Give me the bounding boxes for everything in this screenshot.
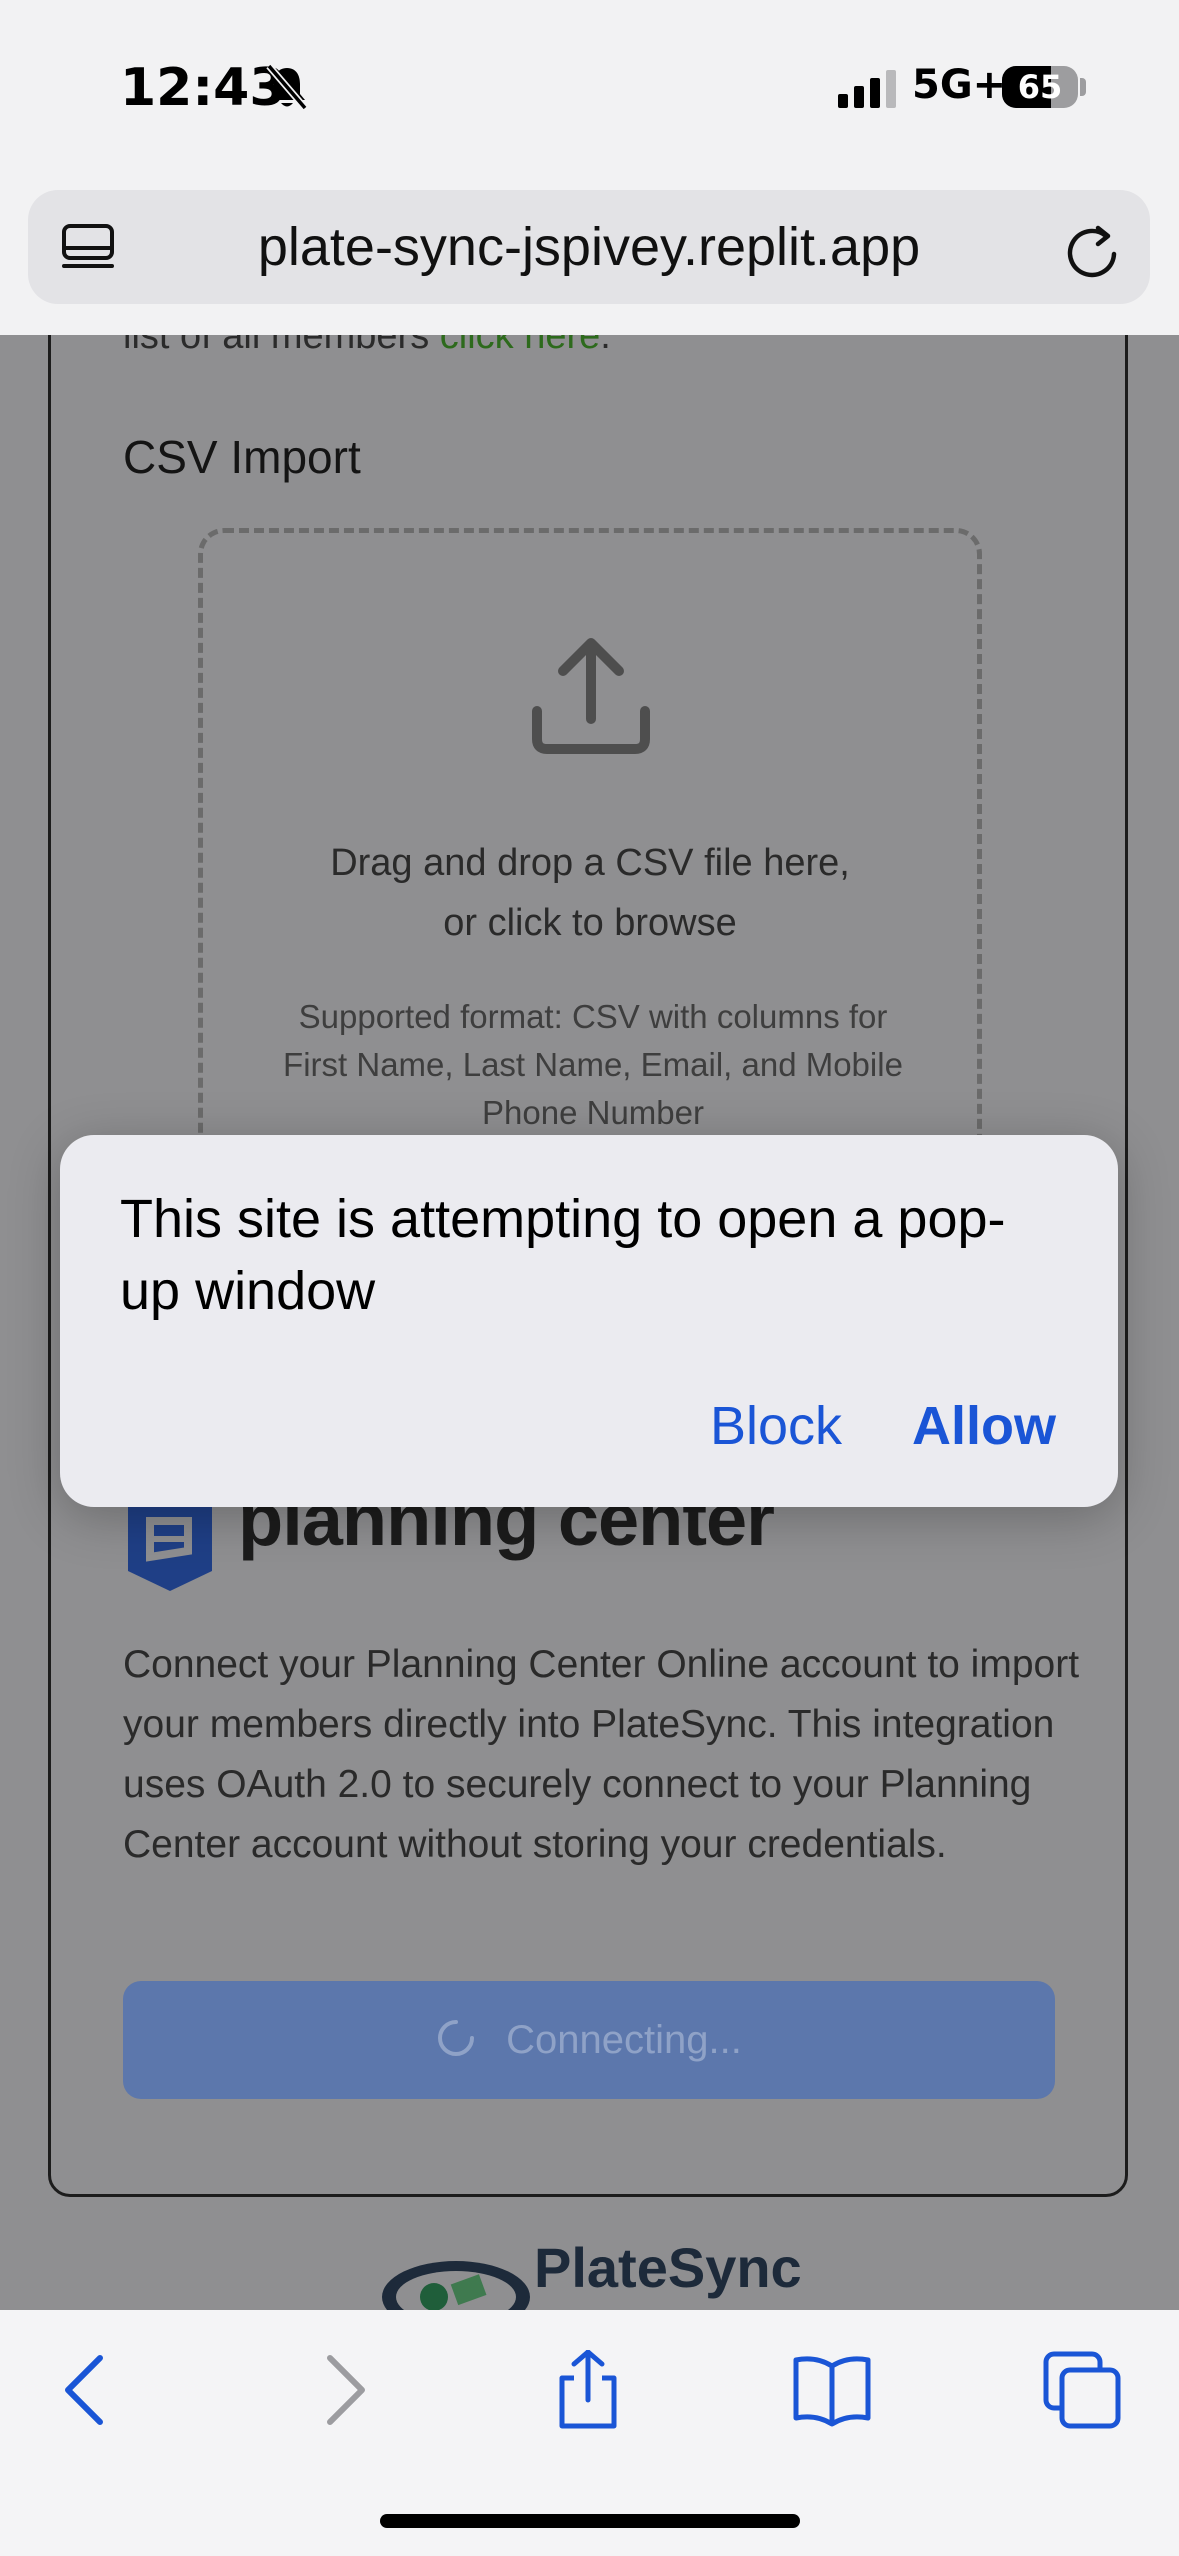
status-time: 12:43 — [120, 58, 286, 118]
connect-planning-center-button[interactable]: Connecting... — [123, 1981, 1055, 2099]
upload-icon — [532, 638, 650, 754]
popup-message: This site is attempting to open a pop-up… — [120, 1189, 1006, 1321]
reload-icon[interactable] — [1062, 220, 1122, 280]
intro-text: list of all members click here. — [123, 335, 611, 358]
csv-dropzone[interactable]: Drag and drop a CSV file here, or click … — [198, 528, 982, 1168]
bookmarks-icon[interactable] — [792, 2350, 872, 2430]
tab-overview-icon[interactable] — [1042, 2350, 1122, 2430]
spinner-icon — [438, 2020, 475, 2057]
csv-import-heading: CSV Import — [123, 431, 361, 483]
browser-top-bar: 12:43 5G+ 65 plate-sync-jspivey.replit.a… — [0, 0, 1179, 335]
allow-button[interactable]: Allow — [912, 1395, 1056, 1457]
back-icon[interactable] — [48, 2350, 128, 2430]
battery-indicator: 65 — [1002, 66, 1078, 108]
block-button[interactable]: Block — [710, 1395, 842, 1457]
url-text[interactable]: plate-sync-jspivey.replit.app — [28, 190, 1150, 304]
address-bar[interactable]: plate-sync-jspivey.replit.app — [28, 190, 1150, 304]
dropzone-instructions: Drag and drop a CSV file here, or click … — [330, 842, 850, 944]
share-icon[interactable] — [548, 2350, 628, 2430]
network-type: 5G+ — [912, 62, 1007, 108]
forward-icon[interactable] — [302, 2350, 382, 2430]
cellular-signal-icon — [838, 70, 896, 108]
planning-center-description: Connect your Planning Center Online acco… — [123, 1643, 1080, 1866]
bell-slash-icon — [266, 63, 308, 111]
members-link[interactable]: click here — [440, 335, 601, 357]
popup-blocker-dialog: This site is attempting to open a pop-up… — [60, 1135, 1118, 1507]
planning-center-logo-icon — [128, 1501, 212, 1591]
platesync-logo-text: PlateSync — [534, 2236, 802, 2299]
battery-tip — [1080, 78, 1086, 96]
battery-percent: 65 — [1017, 68, 1063, 106]
dropzone-format-note: Supported format: CSV with columns for F… — [283, 998, 903, 1131]
platesync-logo-icon — [382, 2261, 530, 2310]
home-indicator[interactable] — [380, 2514, 800, 2528]
